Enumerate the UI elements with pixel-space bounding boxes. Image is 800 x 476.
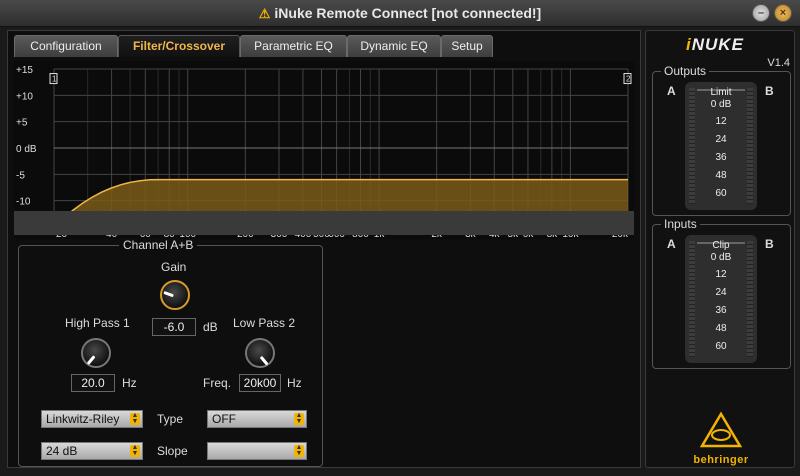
main-panel: Configuration Filter/Crossover Parametri… (7, 30, 641, 468)
y-tick-label: -10 (16, 197, 31, 208)
title-bar: ⚠ iNuke Remote Connect [not connected!] –… (0, 0, 800, 27)
type-label: Type (157, 412, 184, 426)
low-pass-slope-select[interactable]: ▲ ▼ (207, 442, 307, 460)
gain-knob-pointer (163, 291, 174, 298)
inputs-channel-a: A (667, 237, 676, 251)
low-pass-marker-label: 2 (626, 75, 631, 84)
y-tick-label: -5 (16, 170, 25, 181)
high-pass-knob-pointer (86, 355, 96, 365)
low-pass-knob[interactable] (245, 338, 275, 368)
inputs-scale-48: 48 (715, 323, 727, 334)
high-pass-marker-label: 1 (52, 75, 57, 84)
tab-filter-crossover[interactable]: Filter/Crossover (118, 35, 240, 57)
channel-title: Channel A+B (119, 238, 198, 252)
outputs-scale-60: 60 (715, 188, 727, 199)
inputs-title: Inputs (661, 217, 700, 231)
outputs-scale-36: 36 (715, 152, 727, 163)
outputs-scale-24: 24 (715, 134, 727, 145)
low-pass-type-select[interactable]: OFF ▲ ▼ (207, 410, 307, 428)
low-pass-type-value: OFF (212, 412, 236, 426)
inputs-scale-24: 24 (715, 287, 727, 298)
outputs-group: Outputs A B Limit 0 dB 12 24 36 48 60 (652, 64, 791, 216)
inputs-scale-12: 12 (715, 269, 727, 280)
high-pass-freq-field[interactable]: 20.0 (71, 374, 115, 392)
chevron-updown-icon: ▲ ▼ (130, 444, 140, 457)
inputs-scale-36: 36 (715, 305, 727, 316)
low-pass-freq-label: Freq. (203, 376, 232, 390)
inputs-meter-b (747, 241, 753, 357)
window-title-container: ⚠ iNuke Remote Connect [not connected!] (0, 5, 800, 22)
low-pass-unit: Hz (287, 376, 302, 390)
y-tick-label: +5 (16, 118, 28, 129)
slope-label: Slope (157, 444, 188, 458)
version-label: V1.4 (767, 57, 790, 69)
high-pass-type-select[interactable]: Linkwitz-Riley ▲ ▼ (41, 410, 143, 428)
y-tick-label: 0 dB (16, 144, 37, 155)
minimize-button[interactable]: – (752, 4, 770, 22)
inputs-clip-label: Clip (712, 240, 730, 251)
behringer-logo: behringer (690, 411, 752, 466)
outputs-meter-b (747, 88, 753, 204)
gain-label: Gain (161, 260, 187, 274)
outputs-channel-a: A (667, 84, 676, 98)
inputs-scale-0: 0 dB (710, 252, 732, 263)
warning-icon: ⚠ (258, 6, 271, 21)
low-pass-freq-field[interactable]: 20k00 (239, 374, 281, 392)
outputs-meter-a (689, 88, 695, 204)
outputs-scale-0: 0 dB (710, 99, 732, 110)
inuke-logo: iNUKE (686, 35, 744, 55)
channel-group: Channel A+B Gain -6.0 dB High Pass 1 20.… (18, 238, 323, 467)
gain-unit: dB (203, 320, 218, 334)
outputs-channel-b: B (765, 84, 774, 98)
inputs-channel-b: B (765, 237, 774, 251)
gain-value-field[interactable]: -6.0 (152, 318, 196, 336)
chevron-updown-icon: ▲ ▼ (294, 412, 304, 425)
tab-parametric-eq[interactable]: Parametric EQ (240, 35, 347, 57)
chevron-updown-icon: ▲ ▼ (294, 444, 304, 457)
close-button[interactable]: × (774, 4, 792, 22)
tab-setup[interactable]: Setup (441, 35, 493, 57)
high-pass-slope-select[interactable]: 24 dB ▲ ▼ (41, 442, 143, 460)
behringer-emblem-icon (699, 411, 743, 448)
side-panel: iNUKE V1.4 Outputs A B Limit 0 dB 12 24 … (645, 30, 795, 468)
low-pass-knob-pointer (259, 355, 269, 366)
inputs-group: Inputs A B Clip 0 dB 12 24 36 48 60 (652, 217, 791, 369)
outputs-scale-48: 48 (715, 170, 727, 181)
chevron-updown-icon: ▲ ▼ (130, 412, 140, 425)
gain-knob[interactable] (160, 280, 190, 310)
graph-footer-strip (14, 211, 634, 235)
high-pass-label: High Pass 1 (65, 316, 130, 330)
high-pass-slope-value: 24 dB (46, 444, 78, 458)
y-tick-label: +10 (16, 91, 33, 102)
outputs-title: Outputs (661, 64, 710, 78)
high-pass-knob[interactable] (81, 338, 111, 368)
high-pass-type-value: Linkwitz-Riley (46, 412, 120, 426)
tab-configuration[interactable]: Configuration (14, 35, 118, 57)
outputs-scale-12: 12 (715, 116, 727, 127)
brand-name: behringer (693, 454, 749, 466)
high-pass-unit: Hz (122, 376, 137, 390)
low-pass-label: Low Pass 2 (233, 316, 296, 330)
outputs-limit-label: Limit (710, 87, 732, 98)
logo-text: NUKE (691, 35, 744, 54)
outputs-meter: Limit 0 dB 12 24 36 48 60 (685, 82, 757, 210)
inputs-scale-60: 60 (715, 341, 727, 352)
y-tick-label: +15 (16, 65, 33, 76)
window-title: iNuke Remote Connect [not connected!] (274, 5, 542, 21)
inputs-meter-a (689, 241, 695, 357)
tab-dynamic-eq[interactable]: Dynamic EQ (347, 35, 441, 57)
inputs-meter: Clip 0 dB 12 24 36 48 60 (685, 235, 757, 363)
